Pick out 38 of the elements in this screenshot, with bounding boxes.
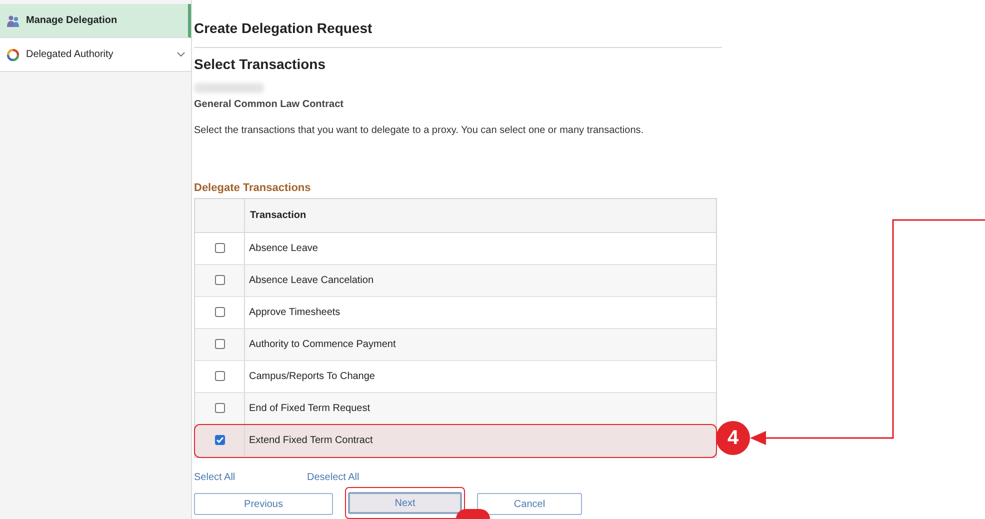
checkbox[interactable] (214, 403, 224, 413)
table-row[interactable]: Campus/Reports To Change (195, 360, 716, 392)
table-cell-text: Absence Leave (248, 242, 319, 256)
table-row[interactable]: Authority to Commence Payment (195, 328, 716, 360)
link[interactable]: Select All (194, 470, 307, 484)
action-button[interactable]: Previous (194, 493, 333, 515)
instructions: Select the transactions that you want to delegate to a proxy. You can select one or many transactions. (194, 124, 645, 138)
sidebar-item[interactable]: Delegated Authority (0, 38, 191, 72)
cycle-arrows-icon (6, 48, 20, 62)
page-title: Create Delegation Request (194, 19, 374, 38)
people-icon (6, 14, 20, 28)
table-cell-text: Extend Fixed Term Contract (248, 434, 374, 448)
sidebar-item[interactable]: Manage Delegation (0, 4, 191, 38)
blurred-name (194, 83, 264, 93)
checkbox[interactable] (214, 275, 224, 285)
table-cell-text: Absence Leave Cancelation (248, 274, 375, 288)
checkbox[interactable] (214, 371, 224, 381)
table-row[interactable]: Absence Leave (195, 232, 716, 264)
section-title: Select Transactions (194, 55, 327, 74)
table-row[interactable]: Extend Fixed Term Contract (195, 424, 716, 456)
table-row[interactable]: End of Fixed Term Request (195, 392, 716, 424)
checkbox[interactable] (214, 339, 224, 349)
table-cell-text: End of Fixed Term Request (248, 402, 371, 416)
link[interactable]: Deselect All (307, 470, 360, 484)
column-header: Transaction (249, 208, 308, 222)
table-cell-text: Approve Timesheets (248, 306, 342, 320)
action-button[interactable]: Cancel (477, 493, 582, 515)
step-badge: 4 (716, 421, 750, 455)
action-button[interactable]: Next (348, 492, 462, 514)
table-row[interactable]: Approve Timesheets (195, 296, 716, 328)
table-row[interactable]: Absence Leave Cancelation (195, 264, 716, 296)
contract-type: General Common Law Contract (194, 98, 344, 112)
checkbox[interactable] (214, 435, 224, 445)
checkbox[interactable] (214, 243, 224, 253)
grid-title: Delegate Transactions (194, 181, 312, 196)
checkbox[interactable] (214, 307, 224, 317)
table-cell-text: Authority to Commence Payment (248, 338, 397, 352)
table-cell-text: Campus/Reports To Change (248, 370, 376, 384)
